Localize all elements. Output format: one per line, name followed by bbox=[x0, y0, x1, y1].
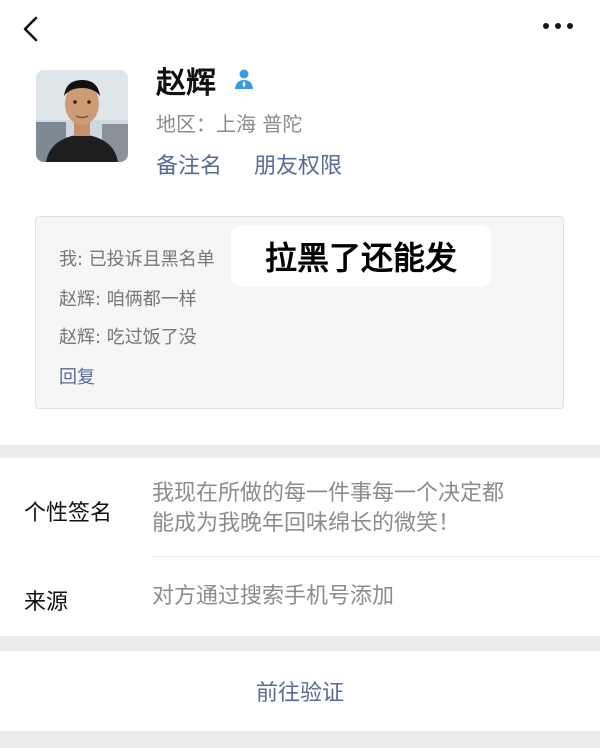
more-dots-icon[interactable] bbox=[540, 16, 576, 36]
divider bbox=[152, 556, 600, 557]
friend-permission-link[interactable]: 朋友权限 bbox=[254, 148, 342, 180]
source-label: 来源 bbox=[24, 590, 69, 615]
remark-name-link[interactable]: 备注名 bbox=[156, 148, 222, 180]
signature-text-line2: 能成为我晚年回味绵长的微笑！ bbox=[152, 511, 461, 536]
signature-label: 个性签名 bbox=[24, 501, 113, 526]
annotation-caption: 拉黑了还能发 bbox=[231, 225, 491, 287]
message-line: 我: 已投诉且黑名单 bbox=[59, 249, 215, 270]
signature-text-line1: 我现在所做的每一件事每一个决定都 bbox=[152, 481, 505, 506]
go-verify-button[interactable]: 前往验证 bbox=[0, 651, 600, 731]
contact-name: 赵辉 bbox=[156, 66, 216, 101]
region-text: 地区：上海 普陀 bbox=[156, 112, 303, 136]
info-section: 个性签名 我现在所做的每一件事每一个决定都 能成为我晚年回味绵长的微笑！ 来源 … bbox=[0, 458, 600, 636]
message-line: 赵辉: 吃过饭了没 bbox=[59, 327, 197, 348]
reply-link[interactable]: 回复 bbox=[59, 363, 95, 389]
go-verify-label: 前往验证 bbox=[255, 681, 344, 706]
message-line: 赵辉: 咱俩都一样 bbox=[59, 289, 197, 310]
person-icon bbox=[235, 69, 253, 89]
profile-header: 赵辉 地区：上海 普陀 备注名 朋友权限 我: 已投诉且黑名单 赵辉: 咱俩都一… bbox=[0, 0, 600, 445]
back-chevron-icon[interactable] bbox=[16, 12, 46, 46]
source-value: 对方通过搜索手机号添加 bbox=[152, 584, 395, 609]
avatar[interactable] bbox=[36, 70, 128, 162]
